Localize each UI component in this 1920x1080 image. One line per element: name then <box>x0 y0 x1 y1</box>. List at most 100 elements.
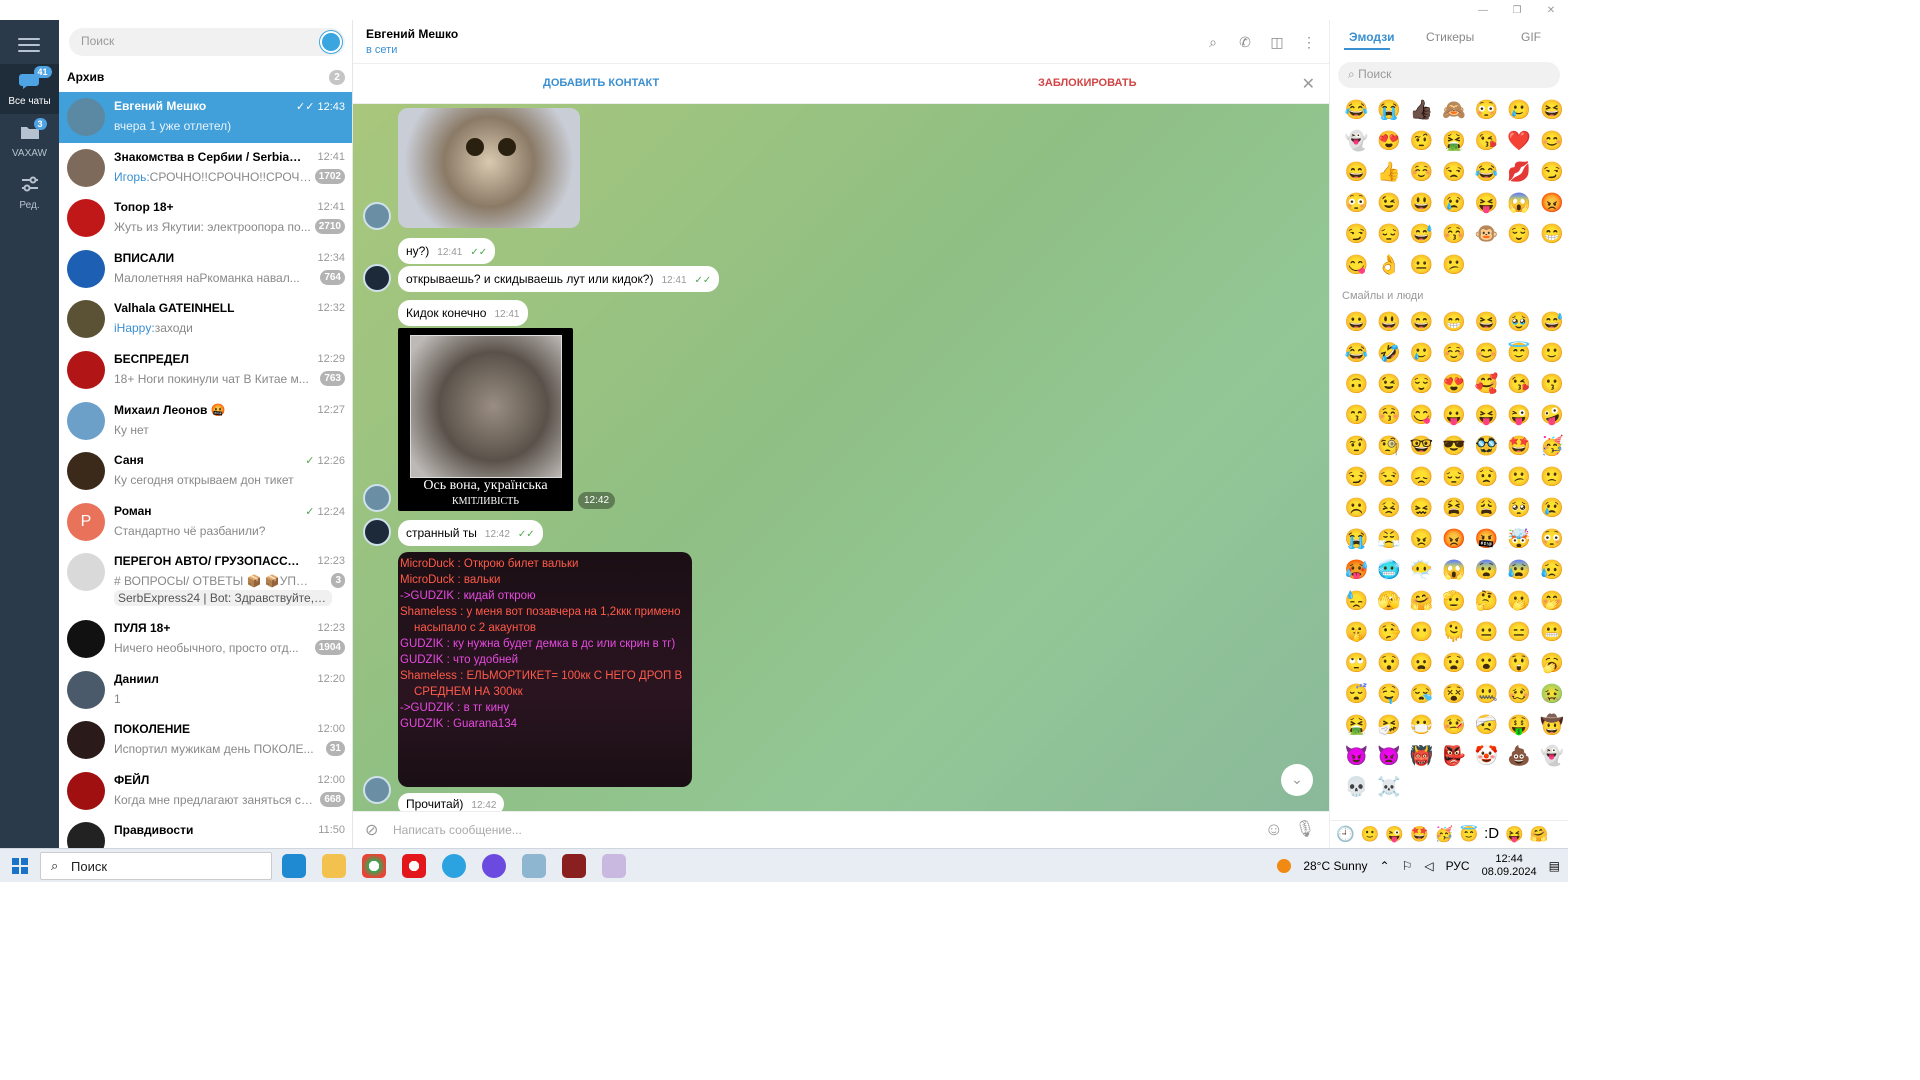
emoji-item[interactable]: 🫡 <box>1438 589 1471 614</box>
emoji-item[interactable]: 🤗 <box>1530 825 1549 844</box>
emoji-item[interactable]: 😲 <box>1503 651 1536 676</box>
emoji-item[interactable]: 😖 <box>1405 496 1438 521</box>
emoji-item[interactable]: 🥹 <box>1503 310 1536 335</box>
emoji-item[interactable]: 😑 <box>1503 620 1536 645</box>
emoji-item[interactable]: 😇 <box>1503 341 1536 366</box>
emoji-item[interactable]: ❤️ <box>1503 129 1536 154</box>
emoji-item[interactable]: 😰 <box>1503 558 1536 583</box>
notifications-icon[interactable]: ▤ <box>1549 859 1560 873</box>
avatar[interactable] <box>363 264 391 292</box>
emoji-item[interactable]: 😵 <box>1438 682 1471 707</box>
chat-row[interactable]: БЕСПРЕДЕЛ 12:29 18+ Ноги покинули чат В Ки… <box>59 345 352 396</box>
emoji-item[interactable]: 😈 <box>1340 744 1373 769</box>
telegram-plane-icon[interactable] <box>320 31 342 53</box>
menu-icon[interactable] <box>18 34 40 56</box>
emoji-item[interactable]: 😏 <box>1536 160 1568 185</box>
more-options-icon[interactable]: ⋮ <box>1301 34 1317 50</box>
emoji-item[interactable]: 😯 <box>1373 651 1406 676</box>
emoji-item[interactable]: 🤮 <box>1438 129 1471 154</box>
emoji-item[interactable]: 😃 <box>1373 310 1406 335</box>
emoji-item[interactable]: 🐵 <box>1470 222 1503 247</box>
emoji-item[interactable]: 😏 <box>1340 465 1373 490</box>
search-icon[interactable]: ⌕ <box>1205 34 1221 50</box>
tab-gif[interactable]: GIF <box>1521 30 1541 44</box>
sidebar-toggle-icon[interactable]: ◫ <box>1269 34 1285 50</box>
emoji-item[interactable]: 😜 <box>1503 403 1536 428</box>
emoji-item[interactable]: 😗 <box>1536 372 1568 397</box>
emoji-item[interactable]: 😩 <box>1470 496 1503 521</box>
emoji-item[interactable]: 🙄 <box>1340 651 1373 676</box>
emoji-item[interactable]: 💀 <box>1340 775 1373 800</box>
emoji-item[interactable]: 😂 <box>1340 341 1373 366</box>
emoji-item[interactable]: 😶 <box>1405 620 1438 645</box>
chat-row[interactable]: Знакомства в Сербии / Serbia Da... 12:41 И… <box>59 143 352 194</box>
chat-row[interactable]: Топор 18+ 12:41 Жуть из Якутии: электроопо… <box>59 193 352 244</box>
emoji-item[interactable]: 😍 <box>1438 372 1471 397</box>
avatar[interactable] <box>363 518 391 546</box>
emoji-item[interactable]: 😕 <box>1438 253 1471 278</box>
emoji-item[interactable]: 😎 <box>1438 434 1471 459</box>
maximize-button[interactable]: ❐ <box>1500 0 1534 20</box>
emoji-item[interactable]: 🤪 <box>1536 403 1568 428</box>
emoji-item[interactable]: 😊 <box>1536 129 1568 154</box>
emoji-item[interactable]: 😷 <box>1405 713 1438 738</box>
emoji-item[interactable]: 😃 <box>1405 191 1438 216</box>
emoji-item[interactable]: ☺️ <box>1405 160 1438 185</box>
emoji-item[interactable]: 😋 <box>1340 253 1373 278</box>
chat-row[interactable]: Евгений Мешко ✓✓ 12:43 вчера 1 уже отлетел) <box>59 92 352 143</box>
emoji-item[interactable]: 🥺 <box>1503 496 1536 521</box>
message-bubble[interactable]: странный ты 12:42 ✓✓ <box>398 520 543 546</box>
emoji-item[interactable]: 😒 <box>1373 465 1406 490</box>
emoji-item[interactable]: 🫠 <box>1438 620 1471 645</box>
avatar[interactable] <box>363 202 391 230</box>
emoji-item[interactable]: 😅 <box>1405 222 1438 247</box>
emoji-item[interactable]: 🤐 <box>1470 682 1503 707</box>
opera-icon[interactable] <box>402 854 426 878</box>
emoji-icon[interactable]: ☺ <box>1265 819 1283 840</box>
emoji-item[interactable]: 😳 <box>1470 98 1503 123</box>
emoji-item[interactable]: 😢 <box>1536 496 1568 521</box>
game-icon[interactable] <box>562 854 586 878</box>
add-contact-button[interactable]: ДОБАВИТЬ КОНТАКТ <box>543 77 659 89</box>
file-explorer-icon[interactable] <box>322 854 346 878</box>
emoji-item[interactable]: 🤢 <box>1536 682 1568 707</box>
chrome-icon[interactable] <box>362 854 386 878</box>
peer-name[interactable]: Евгений Мешко <box>366 27 458 41</box>
tab-stickers[interactable]: Стикеры <box>1426 30 1474 44</box>
avatar[interactable] <box>363 484 391 512</box>
paperclip-icon[interactable]: ⊘ <box>365 820 378 840</box>
paint-icon[interactable] <box>602 854 626 878</box>
emoji-item[interactable]: 🥲 <box>1503 98 1536 123</box>
emoji-item[interactable]: 🧐 <box>1373 434 1406 459</box>
emoji-item[interactable]: 😝 <box>1470 403 1503 428</box>
weather-sun-icon[interactable] <box>1277 859 1292 873</box>
emoji-item[interactable]: 😝 <box>1470 191 1503 216</box>
emoji-item[interactable]: 😓 <box>1340 589 1373 614</box>
emoji-item[interactable]: 😜 <box>1385 825 1404 844</box>
volume-icon[interactable]: ◁ <box>1424 859 1433 873</box>
emoji-item[interactable]: 😒 <box>1438 160 1471 185</box>
emoji-item[interactable]: 😡 <box>1536 191 1568 216</box>
windows-start-icon[interactable] <box>12 858 28 874</box>
emoji-item[interactable]: 🤯 <box>1503 527 1536 552</box>
scroll-down-button[interactable]: ⌄ <box>1281 764 1313 796</box>
emoji-item[interactable]: 🥶 <box>1373 558 1406 583</box>
language-indicator[interactable]: РУС <box>1446 859 1470 873</box>
emoji-item[interactable]: 😦 <box>1405 651 1438 676</box>
emoji-item[interactable]: 🤮 <box>1340 713 1373 738</box>
microphone-icon[interactable]: 🎙 <box>1295 819 1315 839</box>
message-area[interactable]: ну?) 12:41 ✓✓ открываешь? и скидываешь лут… <box>353 104 1329 811</box>
emoji-item[interactable]: 😂 <box>1470 160 1503 185</box>
emoji-item[interactable]: :D <box>1484 825 1499 844</box>
close-icon[interactable]: ✕ <box>1302 74 1315 94</box>
emoji-item[interactable]: 😍 <box>1373 129 1406 154</box>
emoji-item[interactable]: 🫣 <box>1373 589 1406 614</box>
emoji-item[interactable]: 😱 <box>1438 558 1471 583</box>
emoji-item[interactable]: 😁 <box>1536 222 1568 247</box>
emoji-item[interactable]: 🥳 <box>1536 434 1568 459</box>
emoji-item[interactable]: 🤥 <box>1373 620 1406 645</box>
clock[interactable]: 12:44 08.09.2024 <box>1482 853 1537 879</box>
telegram-icon[interactable] <box>442 854 466 878</box>
emoji-item[interactable]: 😄 <box>1340 160 1373 185</box>
emoji-item[interactable]: 😐 <box>1470 620 1503 645</box>
